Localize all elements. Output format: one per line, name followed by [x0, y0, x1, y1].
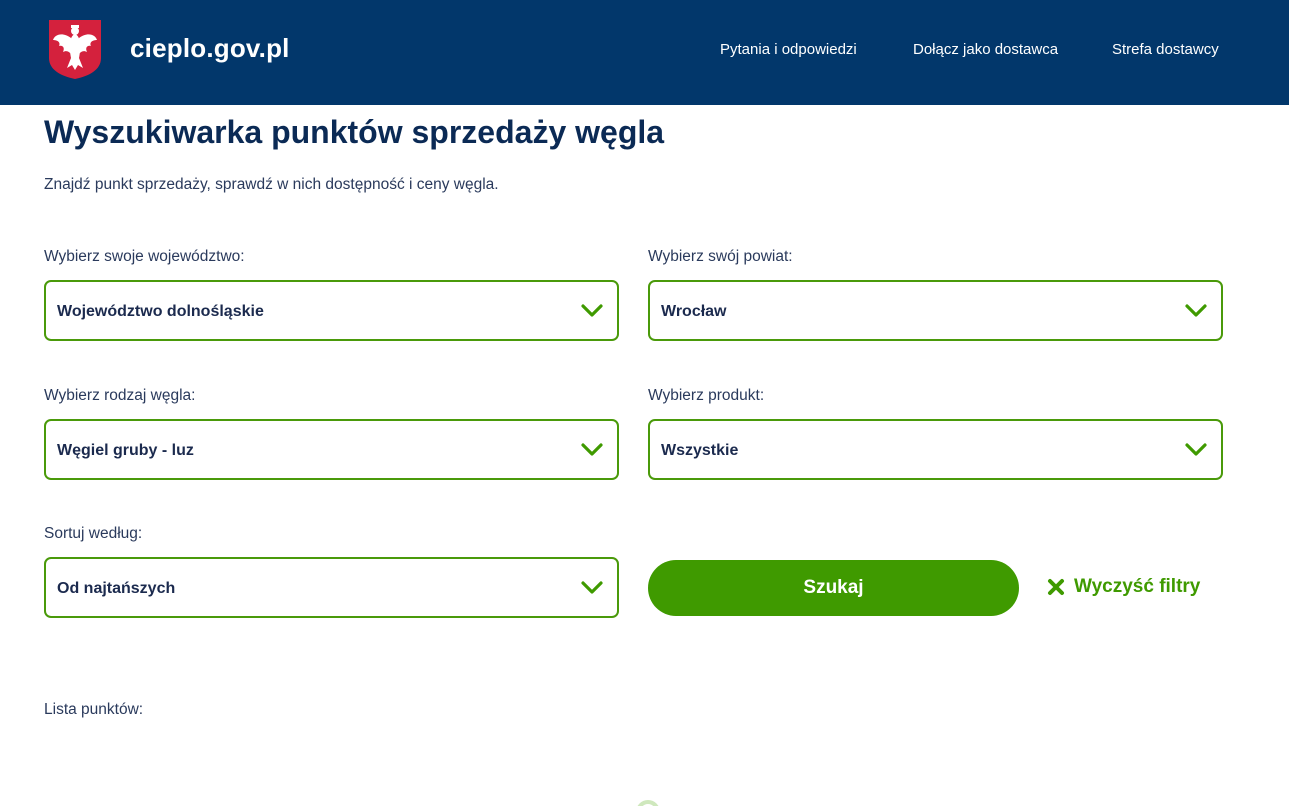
coal-type-select[interactable]: Węgiel gruby - luz	[44, 419, 619, 480]
loading-spinner-icon	[636, 800, 660, 806]
search-button[interactable]: Szukaj	[648, 560, 1019, 616]
voivodeship-select[interactable]: Województwo dolnośląskie	[44, 280, 619, 341]
voivodeship-label: Wybierz swoje województwo:	[44, 248, 245, 265]
coal-type-value: Węgiel gruby - luz	[57, 442, 194, 459]
product-value: Wszystkie	[661, 442, 739, 459]
chevron-down-icon	[581, 581, 603, 594]
product-label: Wybierz produkt:	[648, 387, 765, 404]
site-header: cieplo.gov.pl Pytania i odpowiedzi Dołąc…	[0, 0, 1289, 105]
clear-filters-label: Wyczyść filtry	[1074, 576, 1201, 597]
county-select[interactable]: Wrocław	[648, 280, 1223, 341]
nav-link-join-supplier[interactable]: Dołącz jako dostawca	[913, 41, 1058, 58]
polish-eagle-emblem-icon[interactable]	[47, 18, 103, 80]
product-select[interactable]: Wszystkie	[648, 419, 1223, 480]
results-list-label: Lista punktów:	[44, 701, 144, 718]
sort-value: Od najtańszych	[57, 580, 176, 597]
page-subtitle: Znajdź punkt sprzedaży, sprawdź w nich d…	[44, 176, 499, 193]
county-label: Wybierz swój powiat:	[648, 248, 793, 265]
voivodeship-value: Województwo dolnośląskie	[57, 303, 264, 320]
coal-type-label: Wybierz rodzaj węgla:	[44, 387, 196, 404]
chevron-down-icon	[1185, 304, 1207, 317]
chevron-down-icon	[581, 304, 603, 317]
sort-label: Sortuj według:	[44, 525, 143, 542]
site-name-link[interactable]: cieplo.gov.pl	[130, 33, 290, 64]
page-title: Wyszukiwarka punktów sprzedaży węgla	[44, 114, 665, 150]
sort-select[interactable]: Od najtańszych	[44, 557, 619, 618]
chevron-down-icon	[581, 443, 603, 456]
clear-filters-button[interactable]: Wyczyść filtry	[1047, 576, 1200, 598]
chevron-down-icon	[1185, 443, 1207, 456]
nav-link-supplier-zone[interactable]: Strefa dostawcy	[1112, 41, 1219, 58]
nav-link-questions[interactable]: Pytania i odpowiedzi	[720, 41, 857, 58]
county-value: Wrocław	[661, 303, 727, 320]
close-x-icon	[1048, 579, 1064, 595]
